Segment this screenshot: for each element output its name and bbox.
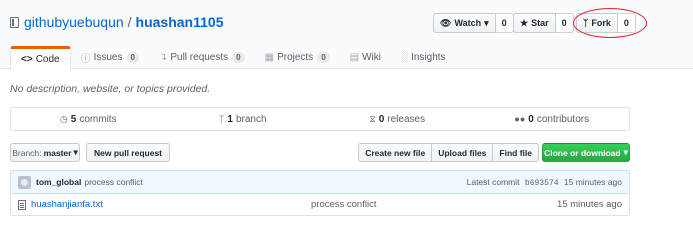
repo-description: No description, website, or topics provi… <box>10 83 211 95</box>
latest-commit-bar: tom_global process conflict Latest commi… <box>10 170 630 194</box>
contributors-count: 0 <box>528 113 534 125</box>
commit-message[interactable]: process conflict <box>84 177 143 187</box>
create-new-file-button[interactable]: Create new file <box>358 143 433 162</box>
tab-insights-label: Insights <box>411 52 446 63</box>
people-icon: ●● <box>514 114 526 124</box>
star-icon: ★ <box>520 17 529 28</box>
star-action: ★ Star 0 <box>513 13 574 33</box>
commit-age: 15 minutes ago <box>563 176 622 187</box>
tab-code[interactable]: <> Code <box>10 46 71 70</box>
file-icon <box>18 199 26 210</box>
watch-button[interactable]: 👁 Watch ▾ <box>433 13 496 33</box>
repo-title: githubyuebuqun / huashan1105 <box>10 14 223 30</box>
branch-icon: ᛉ <box>218 114 225 124</box>
repo-header: githubyuebuqun / huashan1105 👁 Watch ▾ 0… <box>0 0 693 70</box>
commits-link[interactable]: ◷ 5 commits <box>11 108 166 130</box>
tab-issues-count: 0 <box>126 52 139 63</box>
file-name-link[interactable]: huashanjianfa.txt <box>31 199 311 210</box>
latest-commit-label: Latest commit <box>466 176 520 187</box>
branch-value: master <box>43 147 72 158</box>
code-icon: <> <box>21 54 33 65</box>
watch-action: 👁 Watch ▾ 0 <box>433 13 514 33</box>
tab-projects-label: Projects <box>277 52 314 63</box>
contributors-link[interactable]: ●● 0 contributors <box>475 108 630 130</box>
commit-author-link[interactable]: tom_global <box>36 177 81 187</box>
tab-pull-requests-label: Pull requests <box>170 52 229 63</box>
releases-label: releases <box>387 113 426 125</box>
history-icon: ◷ <box>59 113 68 124</box>
tab-pull-requests-count: 0 <box>232 52 245 63</box>
star-count[interactable]: 0 <box>555 13 574 33</box>
star-button[interactable]: ★ Star <box>513 13 556 33</box>
latest-commit-info: Latest commit b693574 15 minutes ago <box>467 177 622 188</box>
caret-down-icon: ▾ <box>73 147 78 157</box>
avatar[interactable] <box>18 175 31 189</box>
clone-download-label: Clone or download <box>544 147 621 158</box>
repo-icon <box>10 16 19 28</box>
repo-name-link[interactable]: huashan1105 <box>136 14 224 30</box>
tab-issues-label: Issues <box>93 52 123 63</box>
branch-count: 1 <box>227 113 233 125</box>
tab-code-label: Code <box>35 54 60 65</box>
find-file-button[interactable]: Find file <box>493 143 539 162</box>
clone-download-button[interactable]: Clone or download ▾ <box>542 143 630 162</box>
tab-pull-requests[interactable]: ↴ Pull requests 0 <box>149 46 255 69</box>
tab-wiki[interactable]: ▤ Wiki <box>340 46 391 69</box>
tab-projects[interactable]: ▦ Projects 0 <box>255 46 340 69</box>
star-label: Star <box>531 18 549 28</box>
watch-label: Watch <box>454 18 482 28</box>
caret-down-icon: ▾ <box>484 17 489 28</box>
repo-title-separator: / <box>127 14 132 30</box>
upload-files-button[interactable]: Upload files <box>432 143 494 162</box>
branch-prefix: Branch: <box>12 147 42 158</box>
branch-label: branch <box>235 113 267 125</box>
watch-count[interactable]: 0 <box>495 13 514 33</box>
tab-projects-count: 0 <box>317 52 330 63</box>
releases-link[interactable]: ⧖ 0 releases <box>320 108 475 130</box>
contributors-label: contributors <box>536 113 590 125</box>
pull-request-icon: ↴ <box>158 52 168 63</box>
tab-insights[interactable]: ░ Insights <box>391 46 456 69</box>
file-commit-message[interactable]: process conflict <box>311 199 557 210</box>
book-icon: ▤ <box>349 52 360 63</box>
eye-icon: 👁 <box>440 17 452 28</box>
annotation-circle <box>573 8 647 38</box>
releases-count: 0 <box>378 113 385 125</box>
caret-down-icon: ▾ <box>623 147 628 157</box>
table-row: huashanjianfa.txt process conflict 15 mi… <box>10 194 630 216</box>
repo-owner-link[interactable]: githubyuebuqun <box>24 14 124 30</box>
repo-nav-tabs: <> Code ⓘ Issues 0 ↴ Pull requests 0 ▦ P… <box>10 46 456 70</box>
project-icon: ▦ <box>264 52 275 63</box>
commits-label: commits <box>79 113 117 125</box>
file-age: 15 minutes ago <box>557 199 622 210</box>
file-actions-group: Create new file Upload files Find file <box>358 143 539 162</box>
tag-icon: ⧖ <box>369 113 376 124</box>
branches-link[interactable]: ᛉ 1 branch <box>166 108 321 130</box>
commits-count: 5 <box>70 113 77 125</box>
graph-icon: ░ <box>400 52 409 63</box>
new-pull-request-button[interactable]: New pull request <box>86 143 170 162</box>
branch-select-button[interactable]: Branch: master ▾ <box>10 143 80 162</box>
numbers-summary: ◷ 5 commits ᛉ 1 branch ⧖ 0 releases ●● 0… <box>10 107 630 131</box>
tab-wiki-label: Wiki <box>362 52 381 63</box>
issue-icon: ⓘ <box>80 54 91 65</box>
tab-issues[interactable]: ⓘ Issues 0 <box>71 46 149 69</box>
commit-sha-link[interactable]: b693574 <box>525 179 559 188</box>
file-navigation: Branch: master ▾ New pull request Create… <box>10 143 630 163</box>
